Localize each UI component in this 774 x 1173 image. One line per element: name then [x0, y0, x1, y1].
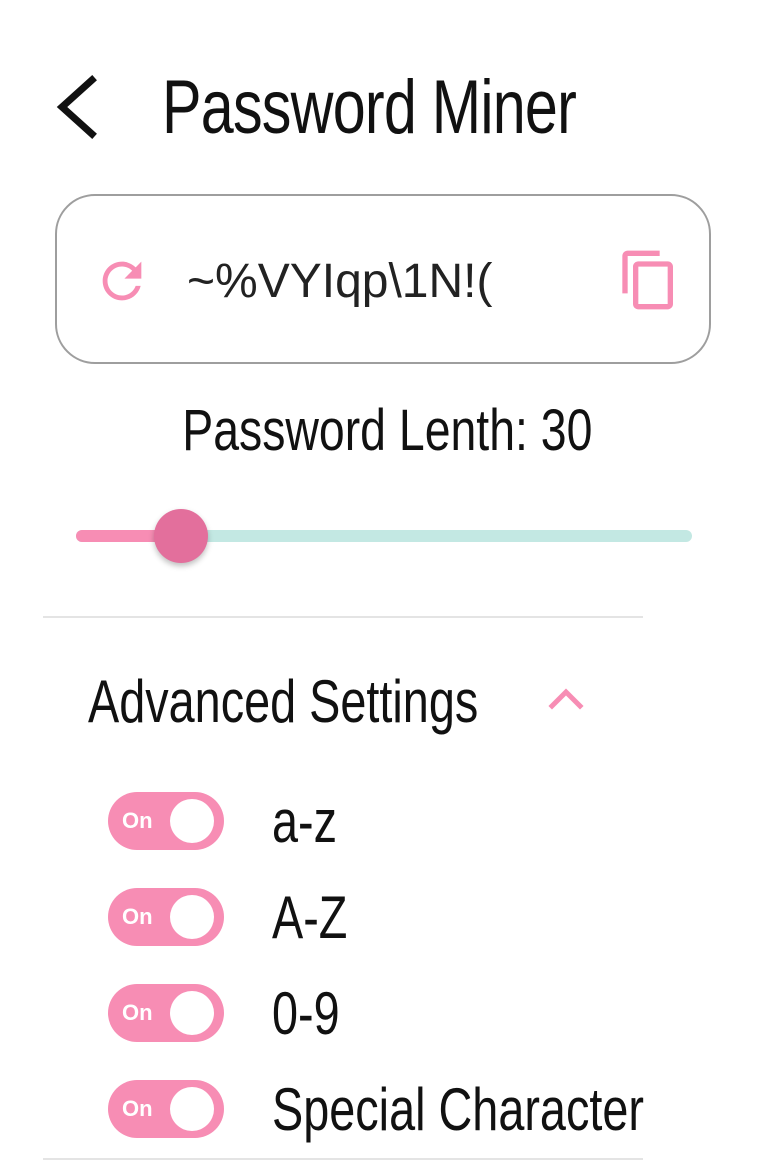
option-label: A-Z [272, 884, 348, 951]
uppercase-toggle[interactable]: On [108, 888, 224, 946]
option-label: Special Character [272, 1076, 644, 1143]
advanced-settings-toggle[interactable]: Advanced Settings [88, 664, 608, 740]
option-row-lowercase: On a-z [108, 788, 668, 855]
toggle-knob [170, 895, 214, 939]
advanced-settings-title: Advanced Settings [88, 668, 479, 735]
chevron-up-icon [548, 688, 584, 710]
password-length-text: Password Lenth: 30 [181, 398, 593, 463]
password-field[interactable]: ~%VYIqp\1N!( [187, 254, 523, 310]
chevron-left-icon [56, 75, 97, 139]
page-title: Password Miner [162, 65, 577, 150]
special-character-toggle[interactable]: On [108, 1080, 224, 1138]
toggle-state-label: On [122, 1096, 153, 1121]
divider [43, 616, 643, 618]
slider-thumb[interactable] [153, 509, 208, 563]
copy-icon [622, 250, 673, 310]
toggle-knob [170, 991, 214, 1035]
lowercase-toggle[interactable]: On [108, 792, 224, 850]
toggle-state-label: On [122, 904, 153, 929]
copy-button[interactable] [617, 244, 681, 316]
password-length-slider[interactable] [76, 506, 692, 566]
toggle-knob [170, 799, 214, 843]
divider [43, 1158, 643, 1160]
refresh-button[interactable] [93, 252, 151, 310]
refresh-icon [102, 261, 142, 301]
toggle-knob [170, 1087, 214, 1131]
option-label: a-z [272, 788, 338, 855]
back-button[interactable] [52, 72, 108, 142]
toggle-state-label: On [122, 808, 153, 833]
option-label: 0-9 [272, 980, 340, 1047]
toggle-state-label: On [122, 1000, 153, 1025]
digits-toggle[interactable]: On [108, 984, 224, 1042]
option-row-digits: On 0-9 [108, 980, 668, 1047]
option-row-special: On Special Character [108, 1076, 668, 1143]
password-output-box: ~%VYIqp\1N!( [55, 194, 711, 364]
option-row-uppercase: On A-Z [108, 884, 668, 951]
password-length-label: Password Lenth: 30 [0, 396, 774, 466]
